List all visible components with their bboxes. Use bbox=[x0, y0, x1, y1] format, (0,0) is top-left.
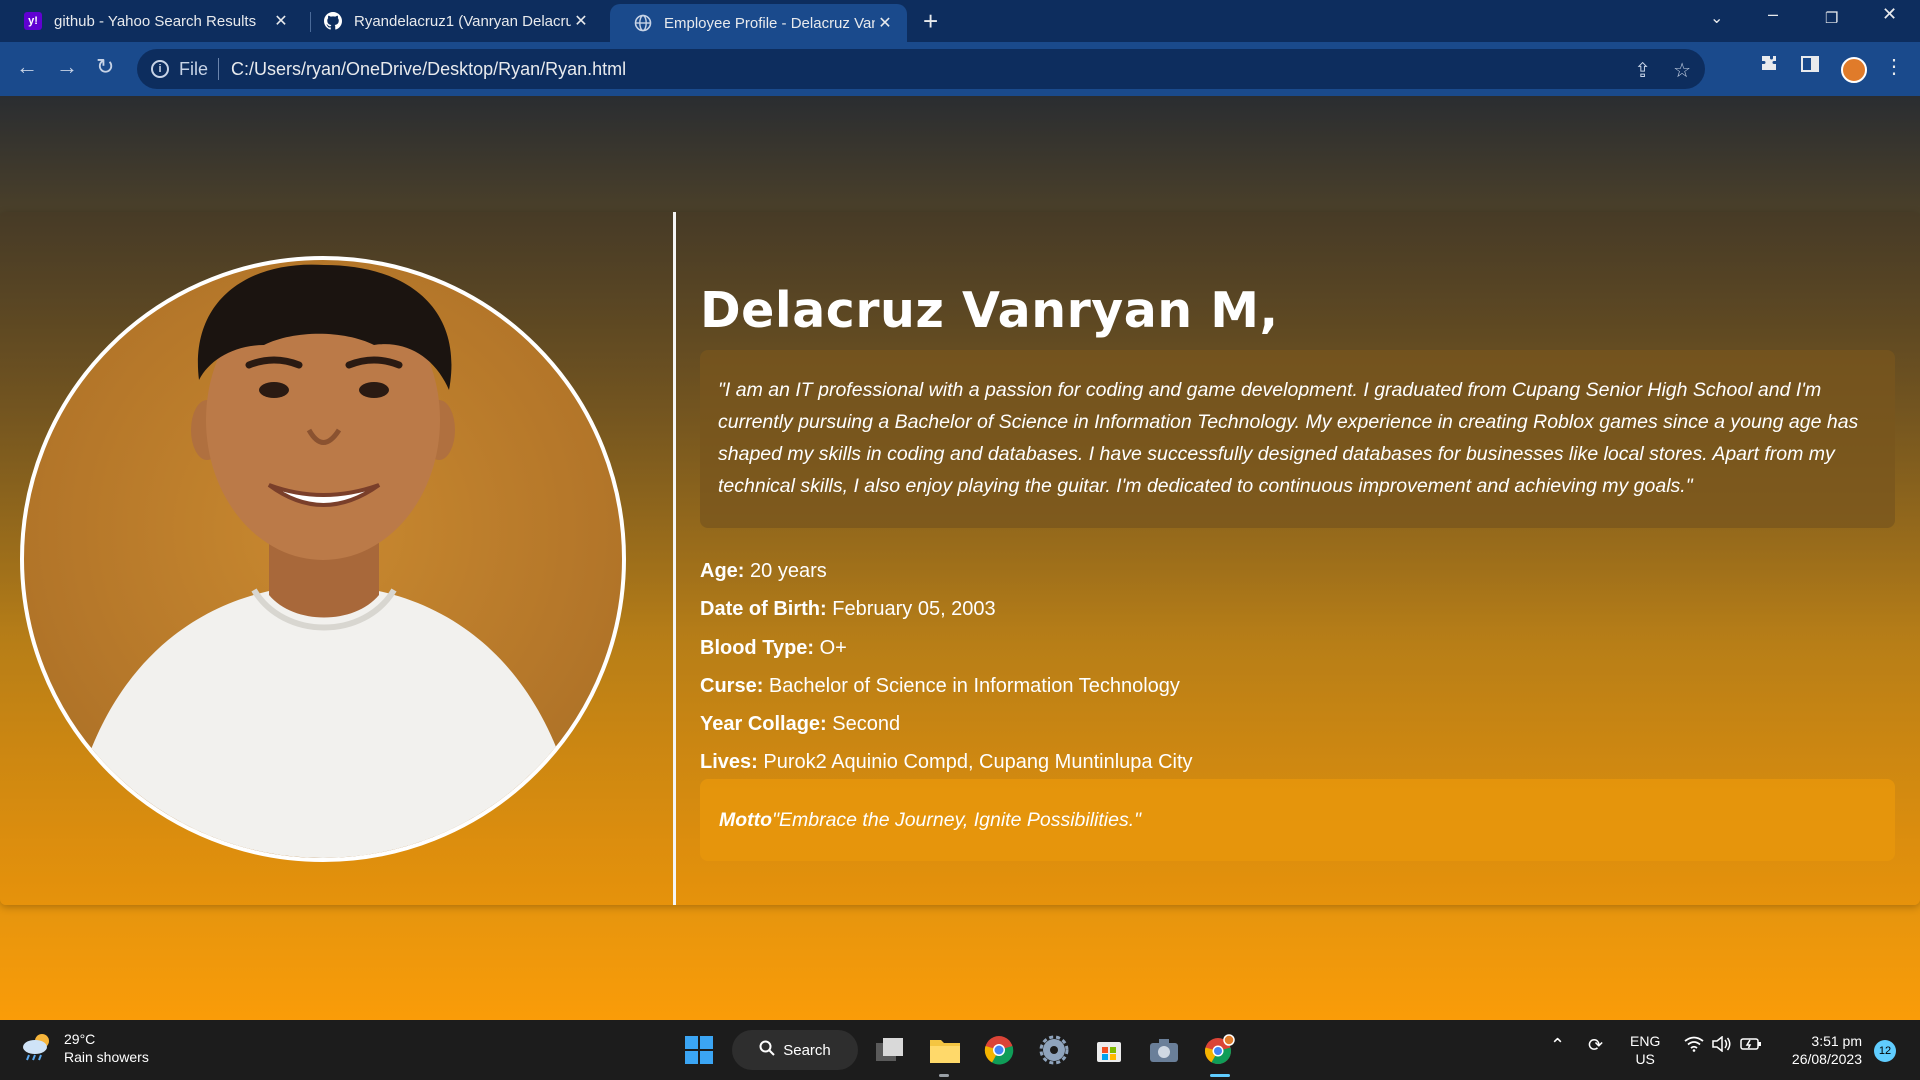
clock[interactable]: 3:51 pm 26/08/2023 bbox=[1782, 1032, 1862, 1068]
chrome-active-indicator bbox=[1210, 1074, 1230, 1077]
tray-overflow-chevron-icon[interactable]: ⌃ bbox=[1550, 1036, 1565, 1054]
yahoo-icon: y! bbox=[24, 12, 42, 30]
profile-name: Delacruz Vanryan M, bbox=[700, 282, 1279, 339]
fact-lives: Lives: Purok2 Aquinio Compd, Cupang Munt… bbox=[700, 743, 1193, 781]
tab-title: github - Yahoo Search Results bbox=[54, 12, 257, 30]
task-view-icon[interactable] bbox=[871, 1031, 909, 1069]
wifi-icon[interactable] bbox=[1684, 1036, 1704, 1056]
fact-course: Curse: Bachelor of Science in Informatio… bbox=[700, 667, 1193, 705]
fact-blood-type: Blood Type: O+ bbox=[700, 629, 1193, 667]
clock-date: 26/08/2023 bbox=[1791, 1051, 1862, 1067]
tab-employee-profile[interactable]: Employee Profile - Delacruz Vanr ✕ bbox=[610, 4, 907, 42]
fact-value: February 05, 2003 bbox=[832, 598, 996, 621]
clock-time: 3:51 pm bbox=[1811, 1033, 1862, 1049]
side-panel-icon[interactable] bbox=[1800, 54, 1820, 80]
extensions-puzzle-icon[interactable] bbox=[1760, 54, 1780, 80]
motto-box: Motto "Embrace the Journey, Ignite Possib… bbox=[700, 779, 1895, 861]
weather-temperature: 29°C bbox=[64, 1031, 96, 1047]
file-explorer-icon[interactable] bbox=[926, 1031, 964, 1069]
camera-icon[interactable] bbox=[1145, 1031, 1183, 1069]
language-indicator[interactable]: ENG US bbox=[1630, 1032, 1660, 1068]
volume-icon[interactable] bbox=[1712, 1035, 1732, 1056]
fact-value: Purok2 Aquinio Compd, Cupang Muntinlupa … bbox=[763, 751, 1193, 774]
tab-title: Ryandelacruz1 (Vanryan Delacruz bbox=[354, 12, 571, 30]
browser-toolbar: ← → ↻ i File C:/Users/ryan/OneDrive/Desk… bbox=[0, 42, 1920, 96]
chrome-profile-icon[interactable] bbox=[1200, 1031, 1238, 1069]
bio-quote: "I am an IT professional with a passion … bbox=[700, 350, 1895, 528]
close-tab-icon[interactable]: ✕ bbox=[271, 11, 291, 31]
fact-value: Second bbox=[832, 713, 901, 736]
omnibox-separator bbox=[218, 58, 220, 80]
notification-badge[interactable]: 12 bbox=[1874, 1040, 1896, 1062]
profile-card: Delacruz Vanryan M, "I am an IT professi… bbox=[0, 212, 1920, 905]
settings-gear-icon[interactable] bbox=[1035, 1031, 1073, 1069]
close-window-button[interactable]: ✕ bbox=[1882, 4, 1897, 25]
back-button[interactable]: ← bbox=[16, 54, 38, 80]
tab-yahoo-search[interactable]: y! github - Yahoo Search Results ✕ bbox=[0, 0, 303, 42]
close-tab-icon[interactable]: ✕ bbox=[571, 11, 591, 31]
file-scheme-label: File bbox=[179, 58, 209, 79]
profile-facts: Age: 20 years Date of Birth: February 05… bbox=[700, 552, 1193, 782]
sync-icon[interactable]: ⟳ bbox=[1588, 1036, 1603, 1054]
tab-github-profile[interactable]: Ryandelacruz1 (Vanryan Delacruz ✕ bbox=[300, 0, 603, 42]
fact-label: Year Collage: bbox=[700, 713, 827, 736]
fact-label: Blood Type: bbox=[700, 636, 815, 659]
restore-button[interactable]: ❐ bbox=[1825, 9, 1838, 27]
reload-button[interactable]: ↻ bbox=[96, 54, 114, 80]
chrome-icon[interactable] bbox=[980, 1031, 1018, 1069]
fact-label: Date of Birth: bbox=[700, 598, 827, 621]
fact-value: Bachelor of Science in Information Techn… bbox=[768, 674, 1180, 697]
new-tab-button[interactable]: + bbox=[923, 6, 938, 37]
motto-label: Motto bbox=[719, 808, 773, 831]
microsoft-store-icon[interactable] bbox=[1090, 1031, 1128, 1069]
explorer-running-indicator bbox=[939, 1074, 949, 1077]
fact-year-college: Year Collage: Second bbox=[700, 705, 1193, 743]
fact-value: O+ bbox=[819, 636, 847, 659]
github-icon bbox=[324, 12, 342, 30]
taskbar-search[interactable]: Search bbox=[732, 1030, 858, 1070]
windows-taskbar: 29°C Rain showers Search ⌃ ⟳ ENG US 3:51… bbox=[0, 1020, 1920, 1080]
globe-icon bbox=[634, 14, 652, 32]
search-icon bbox=[759, 1040, 775, 1060]
language-code: ENG bbox=[1630, 1033, 1661, 1049]
portrait-illustration bbox=[64, 264, 584, 858]
fact-value: 20 years bbox=[750, 560, 827, 582]
minimize-button[interactable]: – bbox=[1768, 4, 1778, 25]
address-bar[interactable]: i File C:/Users/ryan/OneDrive/Desktop/Ry… bbox=[137, 49, 1705, 89]
motto-text: "Embrace the Journey, Ignite Possibiliti… bbox=[772, 808, 1142, 831]
battery-icon[interactable] bbox=[1740, 1036, 1762, 1056]
fact-label: Lives: bbox=[700, 751, 758, 774]
close-tab-icon[interactable]: ✕ bbox=[875, 13, 895, 33]
rain-cloud-icon bbox=[20, 1031, 54, 1066]
address-url[interactable]: C:/Users/ryan/OneDrive/Desktop/Ryan/Ryan… bbox=[231, 59, 626, 80]
forward-button[interactable]: → bbox=[56, 54, 78, 80]
fact-label: Age: bbox=[700, 560, 745, 582]
fact-age: Age: 20 years bbox=[700, 552, 1193, 590]
profile-avatar[interactable] bbox=[1841, 57, 1867, 83]
page-background: Delacruz Vanryan M, "I am an IT professi… bbox=[0, 96, 1920, 1020]
tab-title: Employee Profile - Delacruz Vanr bbox=[664, 14, 875, 32]
tab-strip: y! github - Yahoo Search Results ✕ Ryand… bbox=[0, 0, 1920, 42]
vertical-divider bbox=[673, 212, 676, 905]
region-code: US bbox=[1635, 1051, 1655, 1067]
menu-kebab-icon[interactable]: ⋮ bbox=[1884, 54, 1904, 79]
fact-label: Curse: bbox=[700, 674, 764, 697]
weather-description: Rain showers bbox=[64, 1049, 149, 1065]
bookmark-star-icon[interactable]: ☆ bbox=[1673, 58, 1691, 83]
share-icon[interactable]: ⇪ bbox=[1634, 58, 1651, 83]
search-label: Search bbox=[783, 1041, 831, 1059]
weather-widget[interactable]: 29°C Rain showers bbox=[20, 1030, 149, 1066]
profile-photo bbox=[20, 256, 626, 862]
windows-start-icon[interactable] bbox=[680, 1031, 718, 1069]
tab-search-chevron-icon[interactable]: ⌄ bbox=[1710, 8, 1723, 28]
site-info-icon[interactable]: i bbox=[151, 60, 169, 78]
fact-date-of-birth: Date of Birth: February 05, 2003 bbox=[700, 590, 1193, 628]
